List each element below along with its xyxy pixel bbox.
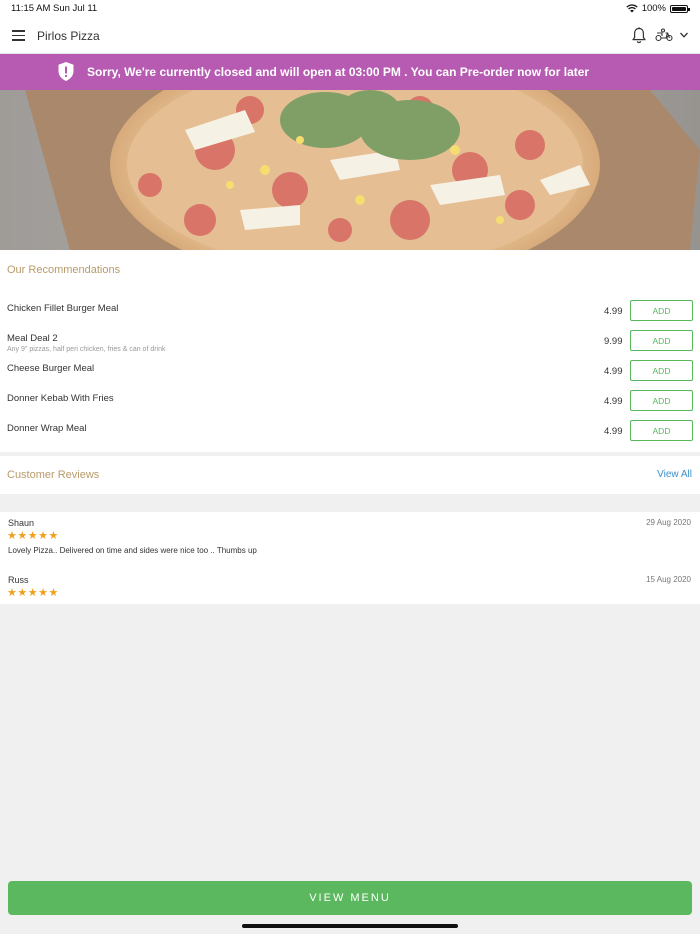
item-price: 4.99 <box>604 366 623 377</box>
item-name: Donner Wrap Meal <box>7 423 87 434</box>
chevron-down-icon[interactable] <box>679 30 689 40</box>
review-author: Shaun <box>8 518 35 528</box>
review-date: 15 Aug 2020 <box>646 575 691 584</box>
item-description: Any 9" pizzas, half peri chicken, fries … <box>7 346 166 353</box>
reviews-header: Customer Reviews View All <box>0 456 700 494</box>
hero-pizza-image <box>0 90 700 250</box>
recommendations-section: Our Recommendations Chicken Fillet Burge… <box>0 250 700 452</box>
item-name: Donner Kebab With Fries <box>7 393 114 404</box>
view-all-reviews-link[interactable]: View All <box>657 469 692 480</box>
closed-notice-banner: Sorry, We're currently closed and will o… <box>0 54 700 90</box>
recommendation-item: Donner Kebab With Fries 4.99 ADD <box>0 390 700 420</box>
add-button[interactable]: ADD <box>630 360 693 381</box>
item-name: Chicken Fillet Burger Meal <box>7 303 119 314</box>
top-nav-bar: Pirlos Pizza <box>0 17 700 54</box>
item-price: 9.99 <box>604 336 623 347</box>
hamburger-menu-icon[interactable] <box>12 30 25 41</box>
delivery-scooter-icon[interactable] <box>655 28 673 42</box>
app-title: Pirlos Pizza <box>37 29 100 43</box>
review-text: Lovely Pizza.. Delivered on time and sid… <box>8 546 257 555</box>
item-price: 4.99 <box>604 306 623 317</box>
add-button[interactable]: ADD <box>630 300 693 321</box>
closed-notice-text: Sorry, We're currently closed and will o… <box>87 65 590 79</box>
reviews-title: Customer Reviews <box>7 469 100 481</box>
recommendation-item: Meal Deal 2 Any 9" pizzas, half peri chi… <box>0 330 700 360</box>
recommendation-item: Donner Wrap Meal 4.99 ADD <box>0 420 700 450</box>
add-button[interactable]: ADD <box>630 330 693 351</box>
recommendation-item: Cheese Burger Meal 4.99 ADD <box>0 360 700 390</box>
item-name: Cheese Burger Meal <box>7 363 95 374</box>
status-right: 100% <box>626 3 690 14</box>
review-author: Russ <box>8 575 29 585</box>
star-rating: ★★★★★ <box>7 587 59 599</box>
add-button[interactable]: ADD <box>630 390 693 411</box>
add-button[interactable]: ADD <box>630 420 693 441</box>
item-name: Meal Deal 2 <box>7 333 58 344</box>
review-date: 29 Aug 2020 <box>646 518 691 527</box>
reviews-list: Shaun 29 Aug 2020 ★★★★★ Lovely Pizza.. D… <box>0 512 700 604</box>
status-bar: 11:15 AM Sun Jul 11 100% <box>0 0 700 17</box>
recommendations-title: Our Recommendations <box>7 264 121 276</box>
shield-alert-icon <box>58 62 74 81</box>
view-menu-button[interactable]: VIEW MENU <box>8 881 692 915</box>
battery-icon <box>670 4 690 13</box>
battery-percent: 100% <box>641 3 666 14</box>
star-rating: ★★★★★ <box>7 530 59 542</box>
item-price: 4.99 <box>604 396 623 407</box>
status-time: 11:15 AM <box>11 3 51 14</box>
home-indicator <box>242 924 458 928</box>
bell-icon[interactable] <box>631 27 647 44</box>
item-price: 4.99 <box>604 426 623 437</box>
status-date: Sun Jul 11 <box>53 3 98 14</box>
wifi-icon <box>626 4 638 13</box>
recommendation-item: Chicken Fillet Burger Meal 4.99 ADD <box>0 300 700 330</box>
